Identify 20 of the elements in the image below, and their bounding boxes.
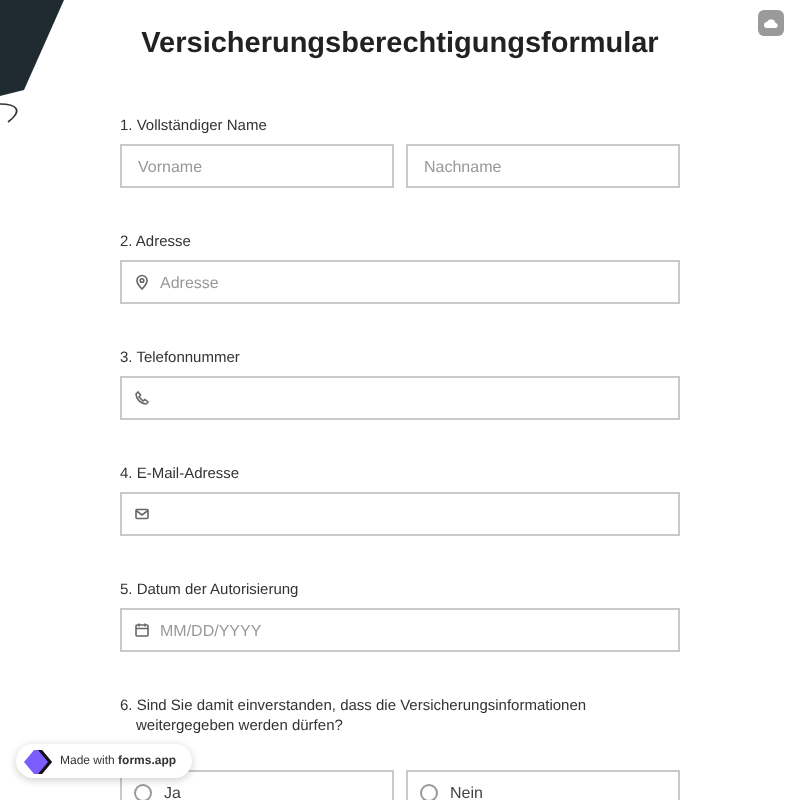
input-field[interactable]: Vorname <box>120 144 394 188</box>
input-field[interactable]: MM/DD/YYYY <box>120 608 680 652</box>
logo-icon <box>24 749 52 773</box>
option-label: Ja <box>164 783 181 800</box>
radio-circle[interactable] <box>134 783 152 800</box>
decorative-shape-drawing <box>0 0 66 124</box>
radio-option[interactable]: Nein <box>406 770 680 800</box>
phone-icon <box>134 390 150 406</box>
mail-icon <box>134 506 150 522</box>
calendar-icon <box>134 622 150 638</box>
input-field[interactable] <box>120 492 680 536</box>
cloud-icon <box>764 18 778 28</box>
location-pin-icon <box>134 274 150 290</box>
radio-circle[interactable] <box>420 783 438 800</box>
form-title: Versicherungsberechtigungsformular <box>139 28 661 62</box>
cloud-button[interactable] <box>758 10 784 36</box>
input-field[interactable]: Nachname <box>406 144 680 188</box>
input-field[interactable] <box>120 376 680 420</box>
option-label: Nein <box>450 783 483 800</box>
input-field[interactable]: Adresse <box>120 260 680 304</box>
